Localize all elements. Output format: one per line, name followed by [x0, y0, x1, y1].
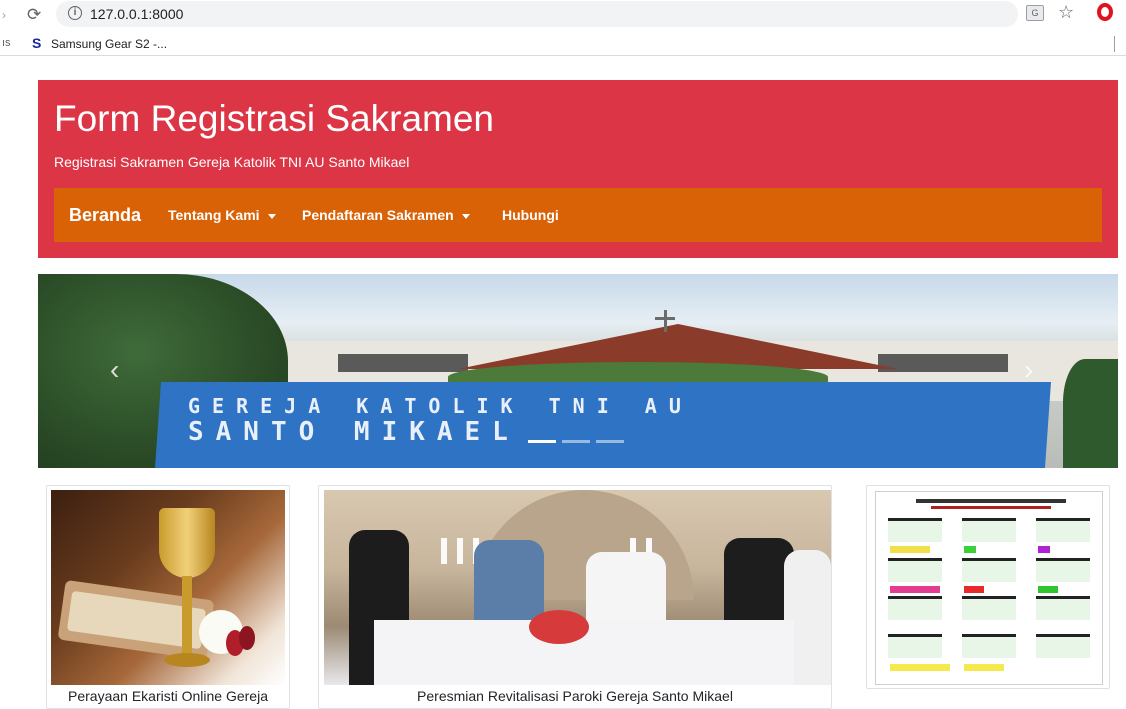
page-subtitle: Registrasi Sakramen Gereja Katolik TNI A…	[54, 154, 410, 170]
nav-item-label: Pendaftaran Sakramen	[302, 207, 454, 223]
news-card-ekaristi[interactable]: Perayaan Ekaristi Online Gereja	[46, 485, 290, 709]
address-bar[interactable]: i 127.0.0.1:8000	[56, 1, 1018, 27]
chevron-left-icon[interactable]: ‹	[110, 354, 119, 386]
candle	[441, 538, 447, 564]
calendar-month	[888, 518, 942, 542]
sign-line-1: GEREJA KATOLIK TNI AU	[188, 394, 693, 418]
nav-item-hubungi[interactable]: Hubungi	[502, 207, 559, 223]
page-title: Form Registrasi Sakramen	[54, 98, 495, 139]
translate-icon[interactable]: G	[1026, 5, 1044, 21]
news-card-peresmian[interactable]: Peresmian Revitalisasi Paroki Gereja San…	[318, 485, 832, 709]
calendar-highlight	[1038, 586, 1058, 593]
grape	[239, 626, 255, 650]
carousel-indicator[interactable]	[562, 440, 590, 443]
chalice-base	[164, 653, 210, 667]
calendar-month	[962, 596, 1016, 620]
forward-icon[interactable]: ›	[2, 8, 6, 22]
url-text[interactable]: 127.0.0.1:8000	[90, 6, 183, 22]
calendar-highlight	[890, 586, 940, 593]
bookmark-samsung-gear[interactable]: Samsung Gear S2 -...	[51, 37, 167, 51]
tree-right	[1063, 359, 1118, 468]
calendar-month	[1036, 518, 1090, 542]
card-caption[interactable]: Perayaan Ekaristi Online Gereja	[47, 688, 289, 704]
calendar-month	[888, 558, 942, 582]
bookmarks-overflow-text[interactable]: ıs	[2, 37, 11, 49]
calendar-month	[962, 558, 1016, 582]
calendar-highlight	[964, 664, 1004, 671]
bookmark-star-icon[interactable]: ☆	[1058, 2, 1074, 23]
chalice-image[interactable]	[51, 490, 285, 685]
card-caption[interactable]: Peresmian Revitalisasi Paroki Gereja San…	[319, 688, 831, 704]
calendar-heading	[916, 499, 1066, 503]
carousel-indicator[interactable]	[596, 440, 624, 443]
page-header: Form Registrasi Sakramen Registrasi Sakr…	[38, 80, 1118, 258]
flower-arrangement	[529, 610, 589, 644]
caret-down-icon	[461, 213, 470, 219]
opera-icon[interactable]	[1097, 3, 1113, 21]
chalice-stem	[182, 576, 192, 656]
chalice-cup	[159, 508, 215, 578]
calendar-highlight	[890, 664, 950, 671]
carousel-indicators	[528, 440, 628, 444]
calendar-month	[962, 634, 1016, 658]
ceremony-image[interactable]	[324, 490, 831, 685]
main-navbar: Beranda Tentang Kami Pendaftaran Sakrame…	[54, 188, 1102, 242]
chevron-right-icon[interactable]: ›	[1024, 354, 1033, 386]
building-window	[338, 354, 468, 372]
bookmarks-bar: ıs S Samsung Gear S2 -...	[0, 32, 1126, 56]
liturgical-calendar-image[interactable]	[875, 491, 1103, 685]
nav-item-label: Tentang Kami	[168, 207, 260, 223]
calendar-highlight	[964, 546, 976, 553]
nav-item-tentang-kami[interactable]: Tentang Kami	[168, 207, 276, 223]
carousel-indicator[interactable]	[528, 440, 556, 443]
cross-bar	[655, 317, 675, 320]
news-card-calendar[interactable]	[866, 485, 1110, 689]
calendar-month	[888, 596, 942, 620]
calendar-month	[1036, 596, 1090, 620]
calendar-month	[1036, 558, 1090, 582]
browser-toolbar: › ⟳ i 127.0.0.1:8000 G ☆	[0, 0, 1126, 32]
hero-carousel: GEREJA KATOLIK TNI AU SANTO MIKAEL ‹ ›	[38, 274, 1118, 468]
calendar-highlight	[890, 546, 930, 553]
calendar-month	[888, 634, 942, 658]
samsung-favicon-icon[interactable]: S	[32, 35, 41, 51]
info-icon[interactable]: i	[68, 6, 82, 20]
calendar-highlight	[964, 586, 984, 593]
candle	[457, 538, 463, 564]
nav-item-pendaftaran-sakramen[interactable]: Pendaftaran Sakramen	[302, 207, 470, 223]
calendar-month	[962, 518, 1016, 542]
calendar-highlight	[1038, 546, 1050, 553]
reload-icon[interactable]: ⟳	[27, 5, 41, 25]
bookmarks-divider	[1114, 36, 1115, 52]
nav-brand-beranda[interactable]: Beranda	[69, 205, 141, 226]
cross-icon	[664, 310, 667, 332]
caret-down-icon	[267, 213, 276, 219]
calendar-month	[1036, 634, 1090, 658]
calendar-subheading	[931, 506, 1051, 509]
